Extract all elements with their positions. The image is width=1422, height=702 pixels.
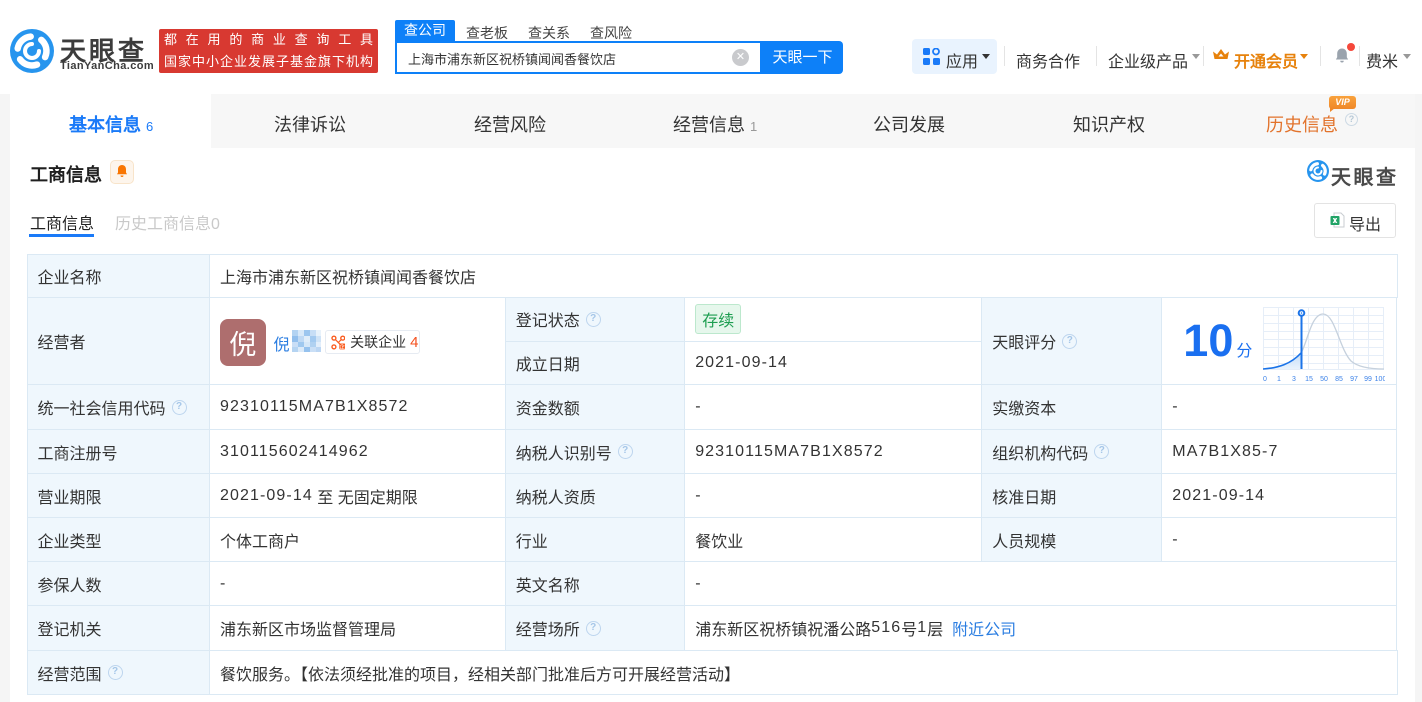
svg-text:99: 99 [1364, 376, 1372, 383]
svg-text:15: 15 [1305, 376, 1313, 383]
svg-text:100: 100 [1375, 376, 1385, 383]
svg-text:97: 97 [1350, 376, 1358, 383]
svg-text:0: 0 [1263, 376, 1267, 383]
svg-text:3: 3 [1292, 376, 1296, 383]
svg-text:1: 1 [1277, 376, 1281, 383]
svg-text:85: 85 [1335, 376, 1343, 383]
svg-text:企: 企 [339, 342, 345, 350]
svg-text:50: 50 [1320, 376, 1328, 383]
